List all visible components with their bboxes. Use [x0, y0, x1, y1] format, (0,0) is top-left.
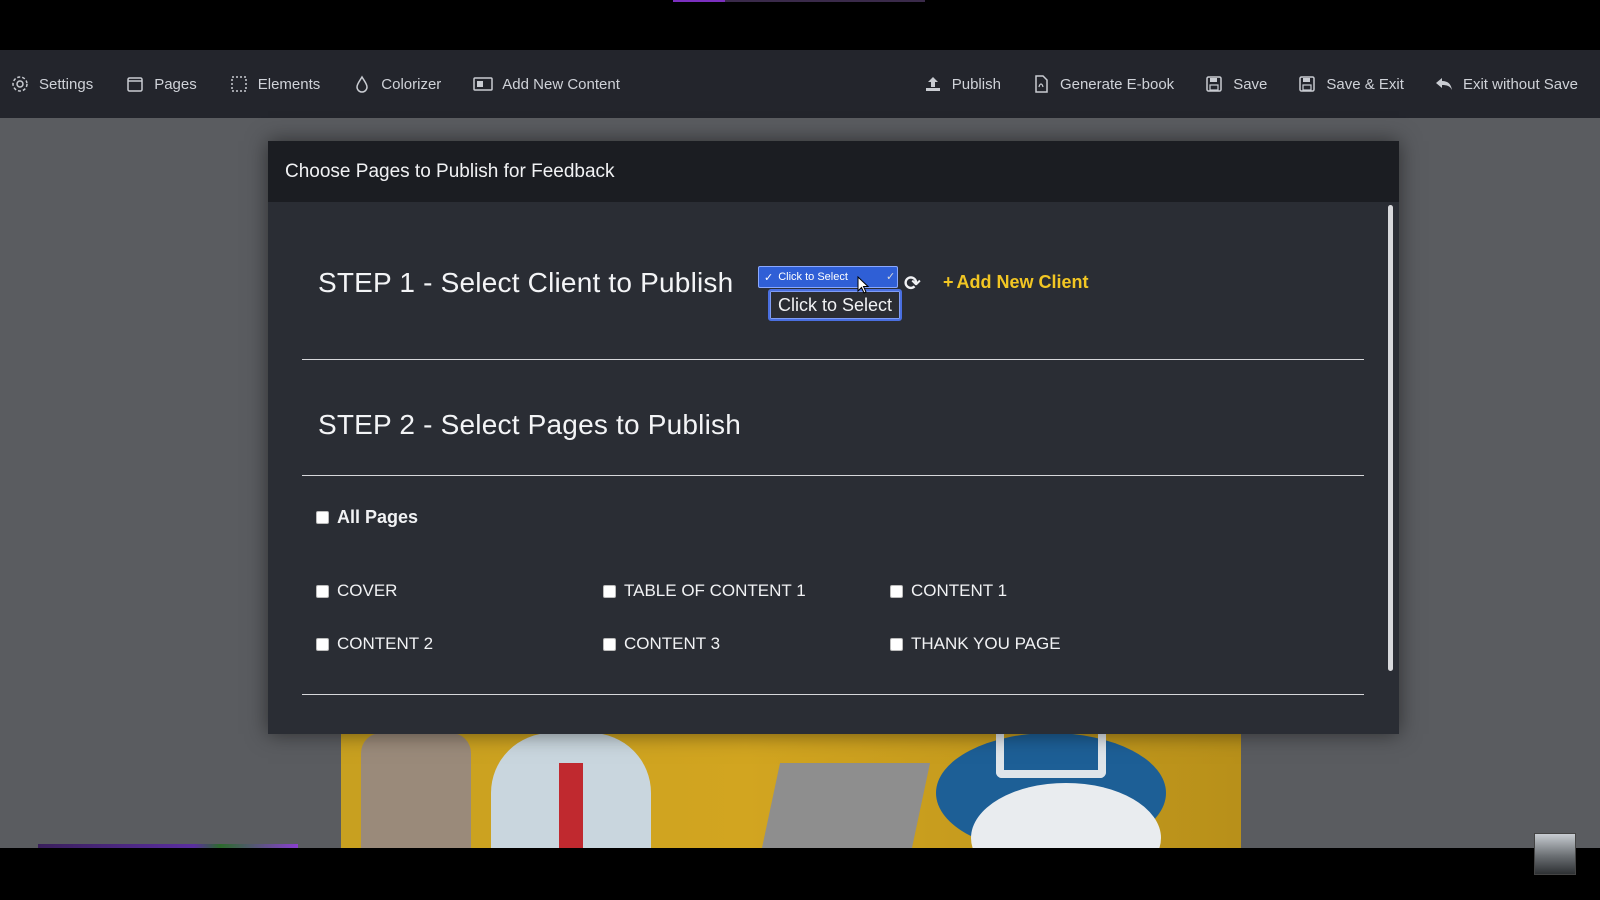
monitor-graphic	[996, 733, 1106, 778]
colorizer-label: Colorizer	[381, 75, 442, 93]
plus-icon: +	[943, 272, 954, 292]
check-icon: ✓	[764, 271, 774, 284]
all-pages-label: All Pages	[337, 507, 419, 527]
tie-graphic	[559, 763, 583, 848]
presenter-avatar	[1534, 833, 1576, 875]
top-accent-line	[673, 0, 725, 2]
generate-ebook-label: Generate E-book	[1059, 75, 1175, 93]
checkbox-box[interactable]	[603, 584, 616, 598]
editor-toolbar: Settings Pages Elements Colorizer Add Ne…	[0, 50, 1600, 118]
save-label: Save	[1233, 75, 1268, 93]
save-exit-label: Save & Exit	[1326, 75, 1404, 93]
page-icon	[125, 74, 145, 94]
step1-title: STEP 1 - Select Client to Publish	[318, 267, 734, 298]
client-select-value: Click to Select	[778, 271, 848, 283]
exit-without-save-button[interactable]: Exit without Save	[1434, 74, 1578, 94]
thumbs-up-graphic	[361, 733, 471, 848]
upload-icon	[923, 74, 943, 94]
client-select-tooltip: Click to Select	[768, 289, 902, 321]
page-checkbox-table-of-content-1[interactable]: TABLE OF CONTENT 1	[603, 581, 806, 601]
publish-feedback-modal: Choose Pages to Publish for Feedback STE…	[268, 141, 1399, 734]
toolbar-right-group: Publish Generate E-book Save Save & Exit…	[923, 50, 1578, 118]
elements-label: Elements	[257, 75, 321, 93]
drop-icon	[352, 74, 372, 94]
divider	[302, 475, 1364, 476]
page-label: COVER	[337, 581, 398, 600]
page-checkbox-content-3[interactable]: CONTENT 3	[603, 634, 720, 654]
publish-label: Publish	[951, 75, 1001, 93]
toolbar-left-group: Settings Pages Elements Colorizer Add Ne…	[0, 74, 652, 94]
divider	[302, 359, 1364, 360]
save-exit-button[interactable]: Save & Exit	[1297, 74, 1404, 94]
mouse-cursor-icon	[857, 276, 869, 294]
modal-scrollbar[interactable]	[1388, 205, 1393, 671]
checkbox-box[interactable]	[316, 584, 329, 598]
elements-icon	[229, 74, 249, 94]
settings-label: Settings	[39, 75, 94, 93]
pdf-icon	[1031, 74, 1051, 94]
add-new-content-button[interactable]: Add New Content	[473, 74, 620, 94]
page-checkbox-thank-you-page[interactable]: THANK YOU PAGE	[890, 634, 1061, 654]
divider	[302, 694, 1364, 695]
modal-title: Choose Pages to Publish for Feedback	[285, 160, 615, 182]
page-checkbox-content-2[interactable]: CONTENT 2	[316, 634, 433, 654]
save-exit-icon	[1297, 74, 1317, 94]
pages-button[interactable]: Pages	[125, 74, 197, 94]
gear-icon	[10, 74, 30, 94]
client-select[interactable]: ✓ Click to Select	[758, 266, 898, 288]
publish-button[interactable]: Publish	[923, 74, 1001, 94]
checkbox-box[interactable]	[316, 511, 329, 524]
top-accent-line-2	[725, 0, 925, 2]
page-label: CONTENT 3	[624, 634, 721, 653]
settings-button[interactable]: Settings	[10, 74, 93, 94]
elements-button[interactable]: Elements	[229, 74, 321, 94]
undo-icon	[1434, 74, 1454, 94]
add-content-icon	[473, 74, 494, 94]
page-checkbox-cover[interactable]: COVER	[316, 581, 397, 601]
checkbox-box[interactable]	[603, 637, 616, 651]
all-pages-checkbox[interactable]: All Pages	[316, 507, 418, 528]
pages-label: Pages	[154, 75, 197, 93]
generate-ebook-button[interactable]: Generate E-book	[1031, 74, 1174, 94]
laptop-graphic	[761, 763, 931, 848]
modal-header: Choose Pages to Publish for Feedback	[268, 141, 1399, 202]
colorizer-button[interactable]: Colorizer	[352, 74, 441, 94]
page-label: CONTENT 1	[911, 581, 1008, 600]
exit-without-save-label: Exit without Save	[1462, 75, 1578, 93]
add-new-client-button[interactable]: + Add New Client	[943, 272, 1089, 293]
add-new-content-label: Add New Content	[502, 75, 620, 93]
chevron-down-icon[interactable]: ✓	[886, 270, 895, 283]
add-new-client-label: Add New Client	[956, 272, 1089, 292]
bottom-black-bar	[0, 848, 1600, 900]
page-label: CONTENT 2	[337, 634, 434, 653]
page-checkbox-content-1[interactable]: CONTENT 1	[890, 581, 1007, 601]
checkbox-box[interactable]	[890, 584, 903, 598]
page-cover-image	[341, 733, 1241, 848]
top-black-bar	[0, 0, 1600, 50]
save-button[interactable]: Save	[1204, 74, 1267, 94]
page-label: TABLE OF CONTENT 1	[624, 581, 806, 600]
checkbox-box[interactable]	[890, 637, 903, 651]
page-label: THANK YOU PAGE	[911, 634, 1061, 653]
refresh-icon[interactable]: ⟳	[904, 271, 921, 296]
checkbox-box[interactable]	[316, 637, 329, 651]
bottom-color-strip	[38, 844, 298, 848]
step2-title: STEP 2 - Select Pages to Publish	[318, 409, 741, 440]
save-icon	[1204, 74, 1224, 94]
